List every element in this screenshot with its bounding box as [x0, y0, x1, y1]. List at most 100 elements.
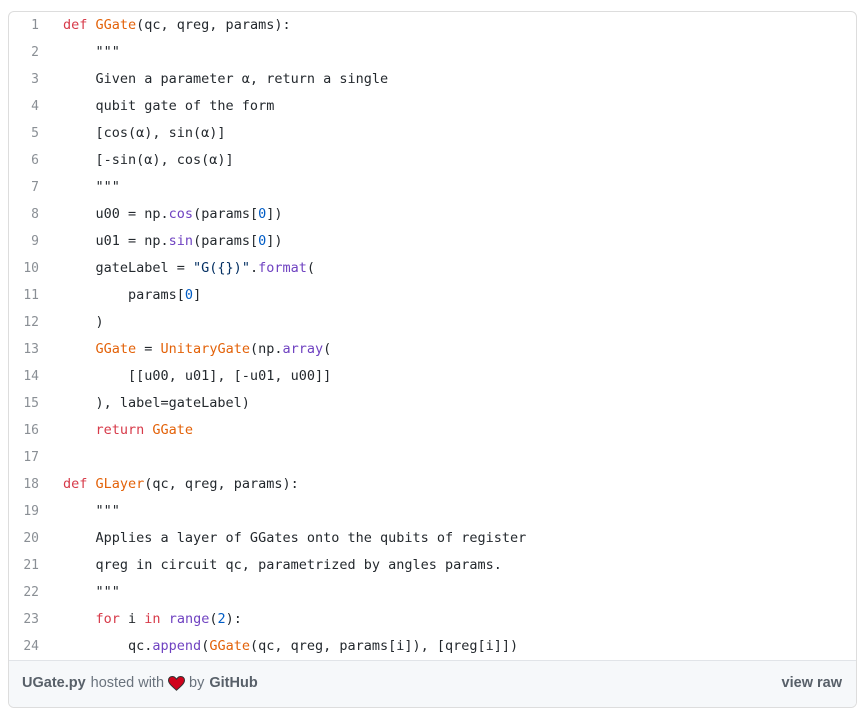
code-token: (	[306, 260, 316, 276]
code-token: in	[144, 611, 169, 627]
code-token: 0	[184, 287, 194, 303]
code-token: GGate	[209, 638, 250, 654]
code-line: 9 u01 = np.sin(params[0])	[9, 228, 856, 255]
code-token: u01 = np.	[63, 233, 169, 249]
code-token: .	[249, 260, 259, 276]
code-line: 11 params[0]	[9, 282, 856, 309]
gist-footer: UGate.py hosted with by GitHub view raw	[9, 660, 856, 707]
line-number[interactable]: 8	[9, 201, 39, 228]
line-number[interactable]: 7	[9, 174, 39, 201]
code-line: 7 """	[9, 174, 856, 201]
code-token: (params[	[193, 206, 259, 222]
line-number[interactable]: 1	[9, 12, 39, 39]
code-line: 15 ), label=gateLabel)	[9, 390, 856, 417]
line-content: def GLayer(qc, qreg, params):	[63, 471, 299, 498]
code-token: ])	[266, 233, 283, 249]
line-content: def GGate(qc, qreg, params):	[63, 12, 291, 39]
code-token: UnitaryGate	[160, 341, 250, 357]
code-line: 8 u00 = np.cos(params[0])	[9, 201, 856, 228]
code-token: u00 = np.	[63, 206, 169, 222]
line-number[interactable]: 11	[9, 282, 39, 309]
code-token: sin	[168, 233, 194, 249]
github-link[interactable]: GitHub	[209, 675, 257, 691]
line-number[interactable]: 14	[9, 363, 39, 390]
line-number[interactable]: 5	[9, 120, 39, 147]
line-number[interactable]: 16	[9, 417, 39, 444]
line-content: return GGate	[63, 417, 194, 444]
code-line: 24 qc.append(GGate(qc, qreg, params[i]),…	[9, 633, 856, 660]
code-token: (qc, qreg, params[i]), [qreg[i]])	[249, 638, 519, 654]
code-token: 0	[258, 206, 267, 222]
code-line: 14 [[u00, u01], [-u01, u00]]	[9, 363, 856, 390]
line-content: )	[63, 309, 104, 336]
line-number[interactable]: 23	[9, 606, 39, 633]
line-number[interactable]: 24	[9, 633, 39, 660]
code-line: 20 Applies a layer of GGates onto the qu…	[9, 525, 856, 552]
line-number[interactable]: 10	[9, 255, 39, 282]
code-token: params[	[63, 287, 185, 303]
code-token: Given a parameter α, return a single	[63, 71, 389, 87]
code-token: (	[323, 341, 332, 357]
line-number[interactable]: 6	[9, 147, 39, 174]
code-token: gateLabel =	[63, 260, 194, 276]
code-token: (np.	[249, 341, 283, 357]
code-token: qc.	[63, 638, 153, 654]
code-token: (qc, qreg, params):	[144, 476, 299, 492]
code-token: """	[63, 503, 120, 519]
line-number[interactable]: 22	[9, 579, 39, 606]
code-line: 2 """	[9, 39, 856, 66]
code-line: 23 for i in range(2):	[9, 606, 856, 633]
line-number[interactable]: 3	[9, 66, 39, 93]
line-number[interactable]: 12	[9, 309, 39, 336]
line-content: params[0]	[63, 282, 201, 309]
code-token: """	[63, 44, 120, 60]
code-token: Applies a layer of GGates onto the qubit…	[63, 530, 527, 546]
code-token: [-sin(α), cos(α)]	[63, 152, 234, 168]
code-line: 16 return GGate	[9, 417, 856, 444]
line-number[interactable]: 15	[9, 390, 39, 417]
line-content: """	[63, 498, 120, 525]
filename-link[interactable]: UGate.py	[22, 675, 86, 691]
code-token: 2	[217, 611, 226, 627]
line-number[interactable]: 9	[9, 228, 39, 255]
line-content: [-sin(α), cos(α)]	[63, 147, 234, 174]
code-line: 3 Given a parameter α, return a single	[9, 66, 856, 93]
line-number[interactable]: 20	[9, 525, 39, 552]
code-token: "G({})"	[193, 260, 250, 276]
code-token: i	[119, 611, 145, 627]
hosted-with-text: hosted with	[90, 675, 165, 691]
line-content: qc.append(GGate(qc, qreg, params[i]), [q…	[63, 633, 518, 660]
code-token: qubit gate of the form	[63, 98, 275, 114]
code-line: 18 def GLayer(qc, qreg, params):	[9, 471, 856, 498]
code-token: GGate	[95, 17, 137, 33]
code-token: ):	[225, 611, 242, 627]
line-number[interactable]: 13	[9, 336, 39, 363]
code-token: GGate	[95, 341, 137, 357]
code-token: (qc, qreg, params):	[136, 17, 291, 33]
line-content: Applies a layer of GGates onto the qubit…	[63, 525, 527, 552]
line-content: qubit gate of the form	[63, 93, 275, 120]
line-number[interactable]: 18	[9, 471, 39, 498]
code-line: 1 def GGate(qc, qreg, params):	[9, 12, 856, 39]
code-token: array	[282, 341, 324, 357]
code-token: cos	[168, 206, 194, 222]
line-content: u00 = np.cos(params[0])	[63, 201, 283, 228]
code-token: def	[63, 17, 96, 33]
line-number[interactable]: 2	[9, 39, 39, 66]
line-number[interactable]: 4	[9, 93, 39, 120]
code-token: =	[136, 341, 161, 357]
line-number[interactable]: 21	[9, 552, 39, 579]
view-raw-link[interactable]: view raw	[782, 675, 842, 691]
line-content: """	[63, 174, 120, 201]
code-token: for	[95, 611, 120, 627]
line-number[interactable]: 19	[9, 498, 39, 525]
line-number[interactable]: 17	[9, 444, 39, 471]
code-view: 1 def GGate(qc, qreg, params): 2 """ 3 Give…	[9, 12, 856, 660]
code-line: 13 GGate = UnitaryGate(np.array(	[9, 336, 856, 363]
code-line: 22 """	[9, 579, 856, 606]
code-token: return	[95, 422, 153, 438]
code-token: ]	[193, 287, 202, 303]
